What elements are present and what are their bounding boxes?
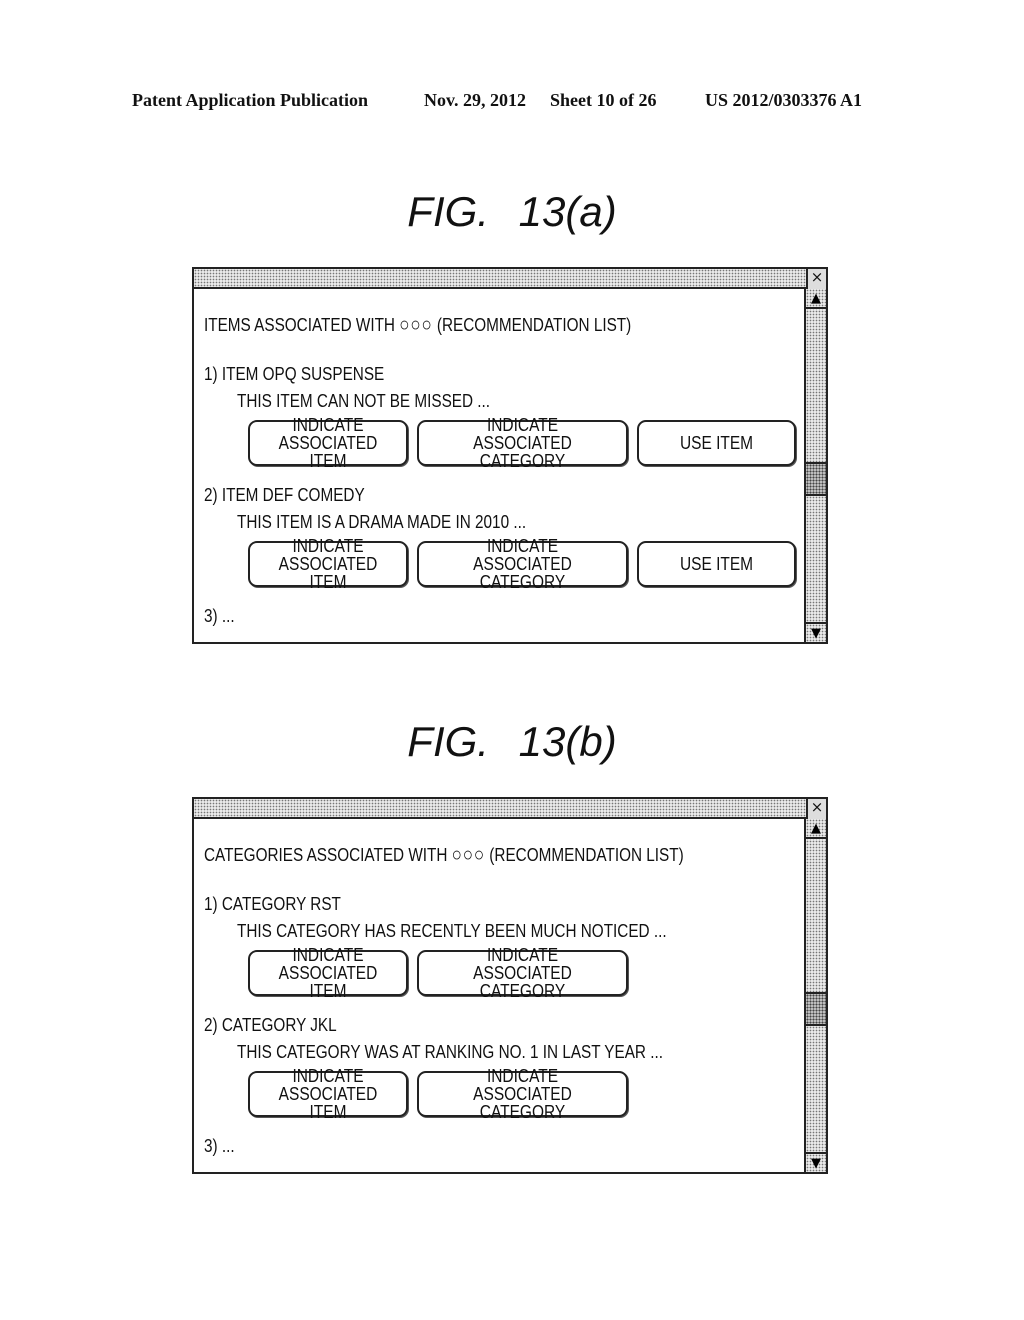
window-titlebar[interactable]: × bbox=[194, 799, 826, 819]
indicate-associated-category-button[interactable]: INDICATE ASSOCIATED CATEGORY bbox=[417, 537, 628, 591]
indicate-associated-item-button[interactable]: INDICATE ASSOCIATED ITEM bbox=[248, 1067, 408, 1121]
recommendation-window-items: × ▲ ▼ ITEMS ASSOCIATED WITH ○○○ (RECOMME… bbox=[192, 267, 828, 644]
publication-header: Patent Application Publication Nov. 29, … bbox=[0, 88, 1024, 116]
button-label: INDICATE ASSOCIATED CATEGORY bbox=[473, 536, 572, 592]
button-label: INDICATE ASSOCIATED ITEM bbox=[278, 536, 378, 592]
scroll-up-button[interactable]: ▲ bbox=[806, 289, 826, 309]
publication-type: Patent Application Publication bbox=[132, 90, 369, 110]
vertical-scrollbar[interactable]: ▲ ▼ bbox=[804, 289, 826, 642]
button-label: INDICATE ASSOCIATED CATEGORY bbox=[473, 415, 572, 471]
scroll-up-button[interactable]: ▲ bbox=[806, 819, 826, 839]
recommendation-window-categories: × ▲ ▼ CATEGORIES ASSOCIATED WITH ○○○ (RE… bbox=[192, 797, 828, 1174]
close-button[interactable]: × bbox=[806, 799, 826, 819]
button-label: USE ITEM bbox=[679, 433, 754, 453]
scrollbar-thumb[interactable] bbox=[806, 992, 826, 1027]
publication-number: US 2012/0303376 A1 bbox=[705, 90, 863, 110]
button-label: INDICATE ASSOCIATED CATEGORY bbox=[473, 1066, 572, 1122]
button-label: INDICATE ASSOCIATED CATEGORY bbox=[473, 945, 572, 1001]
indicate-associated-item-button[interactable]: INDICATE ASSOCIATED ITEM bbox=[248, 946, 408, 1000]
figure-label-13a: FIG. 13(a) bbox=[407, 188, 617, 235]
more-entries-indicator: 3) ... bbox=[204, 1136, 235, 1156]
button-label: INDICATE ASSOCIATED ITEM bbox=[278, 945, 378, 1001]
list-heading: ITEMS ASSOCIATED WITH ○○○ (RECOMMENDATIO… bbox=[204, 314, 631, 337]
more-entries-indicator: 3) ... bbox=[204, 606, 235, 626]
arrow-down-icon: ▼ bbox=[811, 1156, 821, 1171]
arrow-down-icon: ▼ bbox=[811, 626, 821, 641]
heading-text: ITEMS ASSOCIATED WITH bbox=[204, 315, 395, 335]
list-heading: CATEGORIES ASSOCIATED WITH ○○○ (RECOMMEN… bbox=[204, 844, 684, 867]
entry-description: THIS CATEGORY HAS RECENTLY BEEN MUCH NOT… bbox=[237, 921, 667, 941]
use-item-button[interactable]: USE ITEM bbox=[637, 420, 796, 466]
entry-description: THIS ITEM IS A DRAMA MADE IN 2010 ... bbox=[237, 512, 527, 532]
arrow-up-icon: ▲ bbox=[811, 291, 821, 306]
entry-title: 1) CATEGORY RST bbox=[204, 894, 341, 914]
window-content: CATEGORIES ASSOCIATED WITH ○○○ (RECOMMEN… bbox=[204, 819, 802, 1172]
figure-label-13b: FIG. 13(b) bbox=[407, 718, 617, 765]
placeholder-symbol: ○○○ bbox=[399, 314, 433, 336]
entry-title: 2) CATEGORY JKL bbox=[204, 1015, 337, 1035]
heading-text: CATEGORIES ASSOCIATED WITH bbox=[204, 845, 448, 865]
heading-suffix: (RECOMMENDATION LIST) bbox=[489, 845, 684, 865]
close-icon: × bbox=[810, 798, 824, 816]
indicate-associated-category-button[interactable]: INDICATE ASSOCIATED CATEGORY bbox=[417, 946, 628, 1000]
arrow-up-icon: ▲ bbox=[811, 821, 821, 836]
heading-suffix: (RECOMMENDATION LIST) bbox=[436, 315, 632, 335]
window-titlebar[interactable]: × bbox=[194, 269, 826, 289]
scroll-down-button[interactable]: ▼ bbox=[806, 622, 826, 642]
entry-title: 2) ITEM DEF COMEDY bbox=[204, 485, 365, 505]
scrollbar-thumb[interactable] bbox=[806, 462, 826, 497]
button-label: INDICATE ASSOCIATED ITEM bbox=[278, 1066, 378, 1122]
indicate-associated-category-button[interactable]: INDICATE ASSOCIATED CATEGORY bbox=[417, 416, 628, 470]
close-button[interactable]: × bbox=[806, 269, 826, 289]
indicate-associated-item-button[interactable]: INDICATE ASSOCIATED ITEM bbox=[248, 416, 408, 470]
scroll-down-button[interactable]: ▼ bbox=[806, 1152, 826, 1172]
indicate-associated-item-button[interactable]: INDICATE ASSOCIATED ITEM bbox=[248, 537, 408, 591]
button-label: USE ITEM bbox=[679, 554, 754, 574]
sheet-number: Sheet 10 of 26 bbox=[550, 90, 657, 110]
window-content: ITEMS ASSOCIATED WITH ○○○ (RECOMMENDATIO… bbox=[204, 289, 802, 642]
entry-description: THIS CATEGORY WAS AT RANKING NO. 1 IN LA… bbox=[237, 1042, 663, 1062]
use-item-button[interactable]: USE ITEM bbox=[637, 541, 796, 587]
entry-description: THIS ITEM CAN NOT BE MISSED ... bbox=[237, 391, 491, 411]
placeholder-symbol: ○○○ bbox=[451, 844, 486, 866]
indicate-associated-category-button[interactable]: INDICATE ASSOCIATED CATEGORY bbox=[417, 1067, 628, 1121]
publication-date: Nov. 29, 2012 bbox=[424, 90, 527, 110]
close-icon: × bbox=[810, 268, 824, 286]
entry-title: 1) ITEM OPQ SUSPENSE bbox=[204, 364, 385, 384]
vertical-scrollbar[interactable]: ▲ ▼ bbox=[804, 819, 826, 1172]
button-label: INDICATE ASSOCIATED ITEM bbox=[278, 415, 378, 471]
